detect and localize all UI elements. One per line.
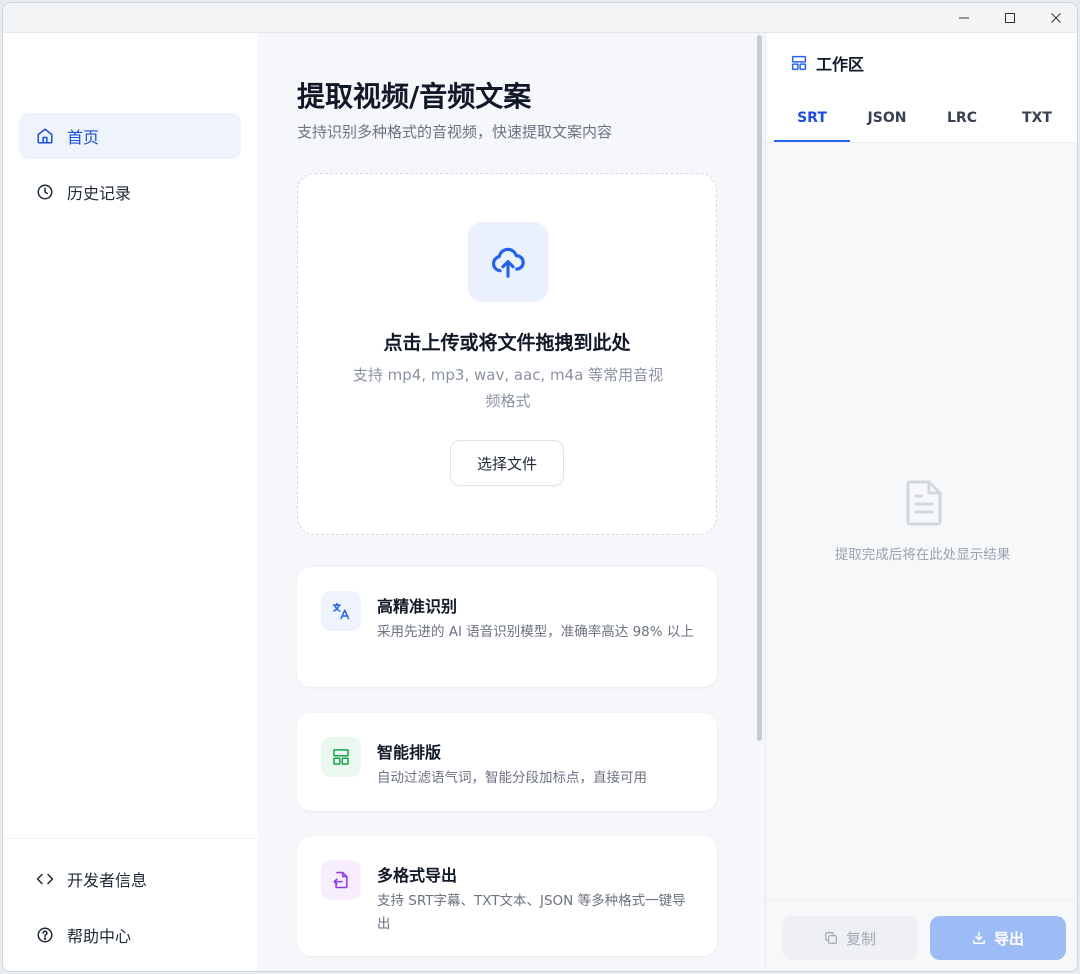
sidebar-item-history[interactable]: 历史记录 (19, 169, 241, 215)
app-window: 首页 历史记录 开发者信息 帮助中心 提取视频/音频文案 支持识别多种格式的音视… (2, 2, 1078, 972)
workspace-header: 工作区 (766, 33, 1077, 93)
layout-icon (790, 54, 808, 72)
feature-description: 采用先进的 AI 语音识别模型，准确率高达 98% 以上 (377, 624, 694, 640)
title-bar (3, 3, 1077, 33)
sidebar-item-label: 历史记录 (67, 184, 132, 203)
scrollbar-thumb[interactable] (757, 35, 762, 741)
copy-button-label: 复制 (845, 929, 876, 948)
upload-dropzone[interactable]: 点击上传或将文件拖拽到此处 支持 mp4, mp3, wav, aac, m4a… (297, 173, 717, 535)
tab-txt[interactable]: TXT (999, 93, 1075, 143)
sidebar-item-help-center[interactable]: 帮助中心 (19, 912, 241, 958)
page-title: 提取视频/音频文案 (297, 80, 532, 113)
file-text-icon (906, 480, 942, 526)
feature-card-formatting: 智能排版 自动过滤语气词，智能分段加标点，直接可用 (297, 713, 717, 811)
export-button-label: 导出 (993, 929, 1024, 948)
page-subtitle: 支持识别多种格式的音视频，快速提取文案内容 (297, 123, 613, 141)
layout-icon (321, 737, 361, 777)
sidebar: 首页 历史记录 开发者信息 帮助中心 (3, 33, 257, 971)
file-export-icon (321, 860, 361, 900)
workspace-footer: 复制 导出 (766, 899, 1077, 971)
feature-description: 自动过滤语气词，智能分段加标点，直接可用 (377, 770, 647, 786)
code-icon (35, 869, 55, 889)
sidebar-item-label: 首页 (67, 128, 100, 147)
sidebar-item-label: 开发者信息 (67, 871, 148, 890)
tab-json[interactable]: JSON (849, 93, 925, 143)
close-button[interactable] (1033, 3, 1077, 33)
copy-button[interactable]: 复制 (782, 916, 918, 960)
feature-title: 智能排版 (377, 743, 442, 762)
format-tabs: SRT JSON LRC TXT (766, 93, 1077, 143)
active-tab-indicator (774, 140, 850, 142)
close-icon (1051, 13, 1061, 23)
home-icon (35, 126, 55, 146)
workspace-panel: 工作区 SRT JSON LRC TXT 提取完成后将在此处显示结果 复制 导出 (765, 33, 1077, 971)
feature-card-accuracy: 高精准识别 采用先进的 AI 语音识别模型，准确率高达 98% 以上 (297, 567, 717, 687)
minimize-button[interactable] (941, 3, 987, 33)
translate-icon (321, 591, 361, 631)
clock-icon (35, 182, 55, 202)
minimize-icon (959, 17, 969, 19)
copy-icon (824, 931, 838, 945)
tab-srt[interactable]: SRT (774, 93, 850, 143)
help-circle-icon (35, 925, 55, 945)
sidebar-item-home[interactable]: 首页 (19, 113, 241, 159)
download-icon (972, 931, 986, 945)
choose-file-button[interactable]: 选择文件 (450, 440, 564, 486)
workspace-title: 工作区 (816, 55, 865, 74)
feature-description: 支持 SRT字幕、TXT文本、JSON 等多种格式一键导出 (377, 893, 686, 932)
main-panel: 提取视频/音频文案 支持识别多种格式的音视频，快速提取文案内容 点击上传或将文件… (257, 33, 765, 971)
sidebar-item-developer-info[interactable]: 开发者信息 (19, 856, 241, 902)
empty-state-text: 提取完成后将在此处显示结果 (834, 547, 1011, 563)
upload-icon-box (468, 222, 548, 302)
upload-title: 点击上传或将文件拖拽到此处 (383, 332, 631, 354)
export-button[interactable]: 导出 (930, 916, 1066, 960)
maximize-button[interactable] (987, 3, 1033, 33)
feature-card-export: 多格式导出 支持 SRT字幕、TXT文本、JSON 等多种格式一键导出 (297, 836, 717, 956)
feature-title: 多格式导出 (377, 866, 458, 885)
upload-description: 支持 mp4, mp3, wav, aac, m4a 等常用音视频格式 (352, 366, 664, 410)
cloud-upload-icon (491, 247, 525, 278)
feature-title: 高精准识别 (377, 597, 458, 616)
maximize-icon (1005, 13, 1015, 23)
sidebar-item-label: 帮助中心 (67, 927, 132, 946)
sidebar-divider (3, 838, 257, 839)
tab-lrc[interactable]: LRC (924, 93, 1000, 143)
